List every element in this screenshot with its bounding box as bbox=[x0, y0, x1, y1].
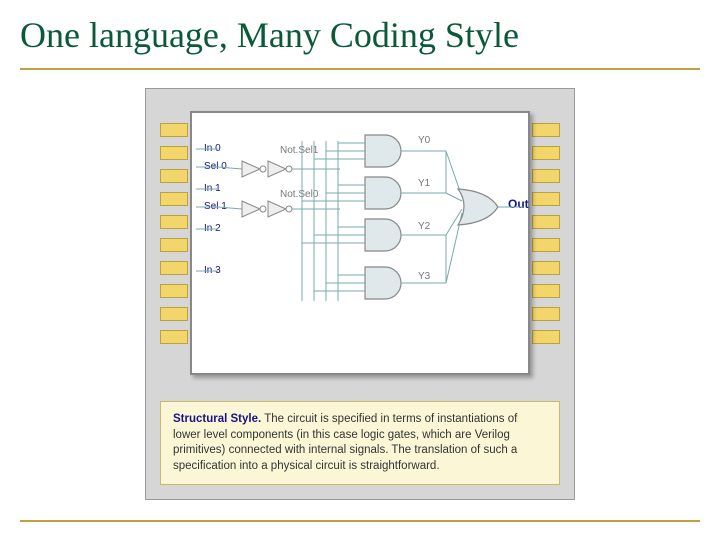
chip-diagram: In 0 Sel 0 In 1 Sel 1 In 2 In 3 Not.Sel1… bbox=[160, 103, 560, 383]
figure-container: In 0 Sel 0 In 1 Sel 1 In 2 In 3 Not.Sel1… bbox=[145, 88, 575, 500]
pin bbox=[160, 146, 188, 160]
pin bbox=[160, 169, 188, 183]
pin bbox=[160, 238, 188, 252]
pin bbox=[532, 169, 560, 183]
pin bbox=[532, 146, 560, 160]
pin bbox=[532, 238, 560, 252]
pin bbox=[532, 284, 560, 298]
pin bbox=[160, 261, 188, 275]
pin bbox=[532, 307, 560, 321]
caption-box: Structural Style. The circuit is specifi… bbox=[160, 401, 560, 485]
pin bbox=[160, 284, 188, 298]
slide: One language, Many Coding Style bbox=[0, 0, 720, 540]
footer-rule bbox=[20, 520, 700, 522]
pins-left bbox=[160, 123, 188, 344]
pin bbox=[532, 123, 560, 137]
pin bbox=[532, 215, 560, 229]
pin bbox=[532, 192, 560, 206]
circuit-svg bbox=[190, 111, 530, 375]
pin bbox=[532, 261, 560, 275]
pins-right bbox=[532, 123, 560, 344]
pin bbox=[532, 330, 560, 344]
pin bbox=[160, 215, 188, 229]
pin bbox=[160, 307, 188, 321]
pin bbox=[160, 123, 188, 137]
caption-lead: Structural Style. bbox=[173, 413, 261, 425]
slide-title: One language, Many Coding Style bbox=[20, 10, 700, 70]
pin bbox=[160, 330, 188, 344]
pin bbox=[160, 192, 188, 206]
